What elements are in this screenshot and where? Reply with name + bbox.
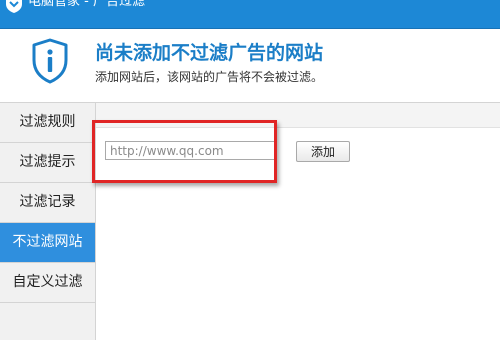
title-bar: 电脑管家 - 广告过滤: [0, 0, 500, 29]
sidebar-item-custom-filter[interactable]: 自定义过滤: [0, 263, 95, 303]
info-header: 尚未添加不过滤广告的网站 添加网站后，该网站的广告将不会被过滤。: [0, 29, 500, 102]
sidebar-item-filter-tips[interactable]: 过滤提示: [0, 143, 95, 183]
sidebar-item-filter-log[interactable]: 过滤记录: [0, 183, 95, 223]
sidebar-item-unfiltered-sites[interactable]: 不过滤网站: [0, 223, 95, 263]
sidebar-item-filter-rules[interactable]: 过滤规则: [0, 103, 95, 143]
window-title: 电脑管家 - 广告过滤: [28, 0, 145, 9]
sidebar: 过滤规则 过滤提示 过滤记录 不过滤网站 自定义过滤: [0, 103, 96, 340]
highlight-box: [92, 120, 277, 183]
app-logo-icon: [6, 0, 22, 13]
shield-info-icon: [32, 38, 68, 84]
add-button[interactable]: 添加: [296, 141, 350, 162]
header-title: 尚未添加不过滤广告的网站: [95, 42, 324, 64]
header-subtitle: 添加网站后，该网站的广告将不会被过滤。: [95, 70, 324, 84]
